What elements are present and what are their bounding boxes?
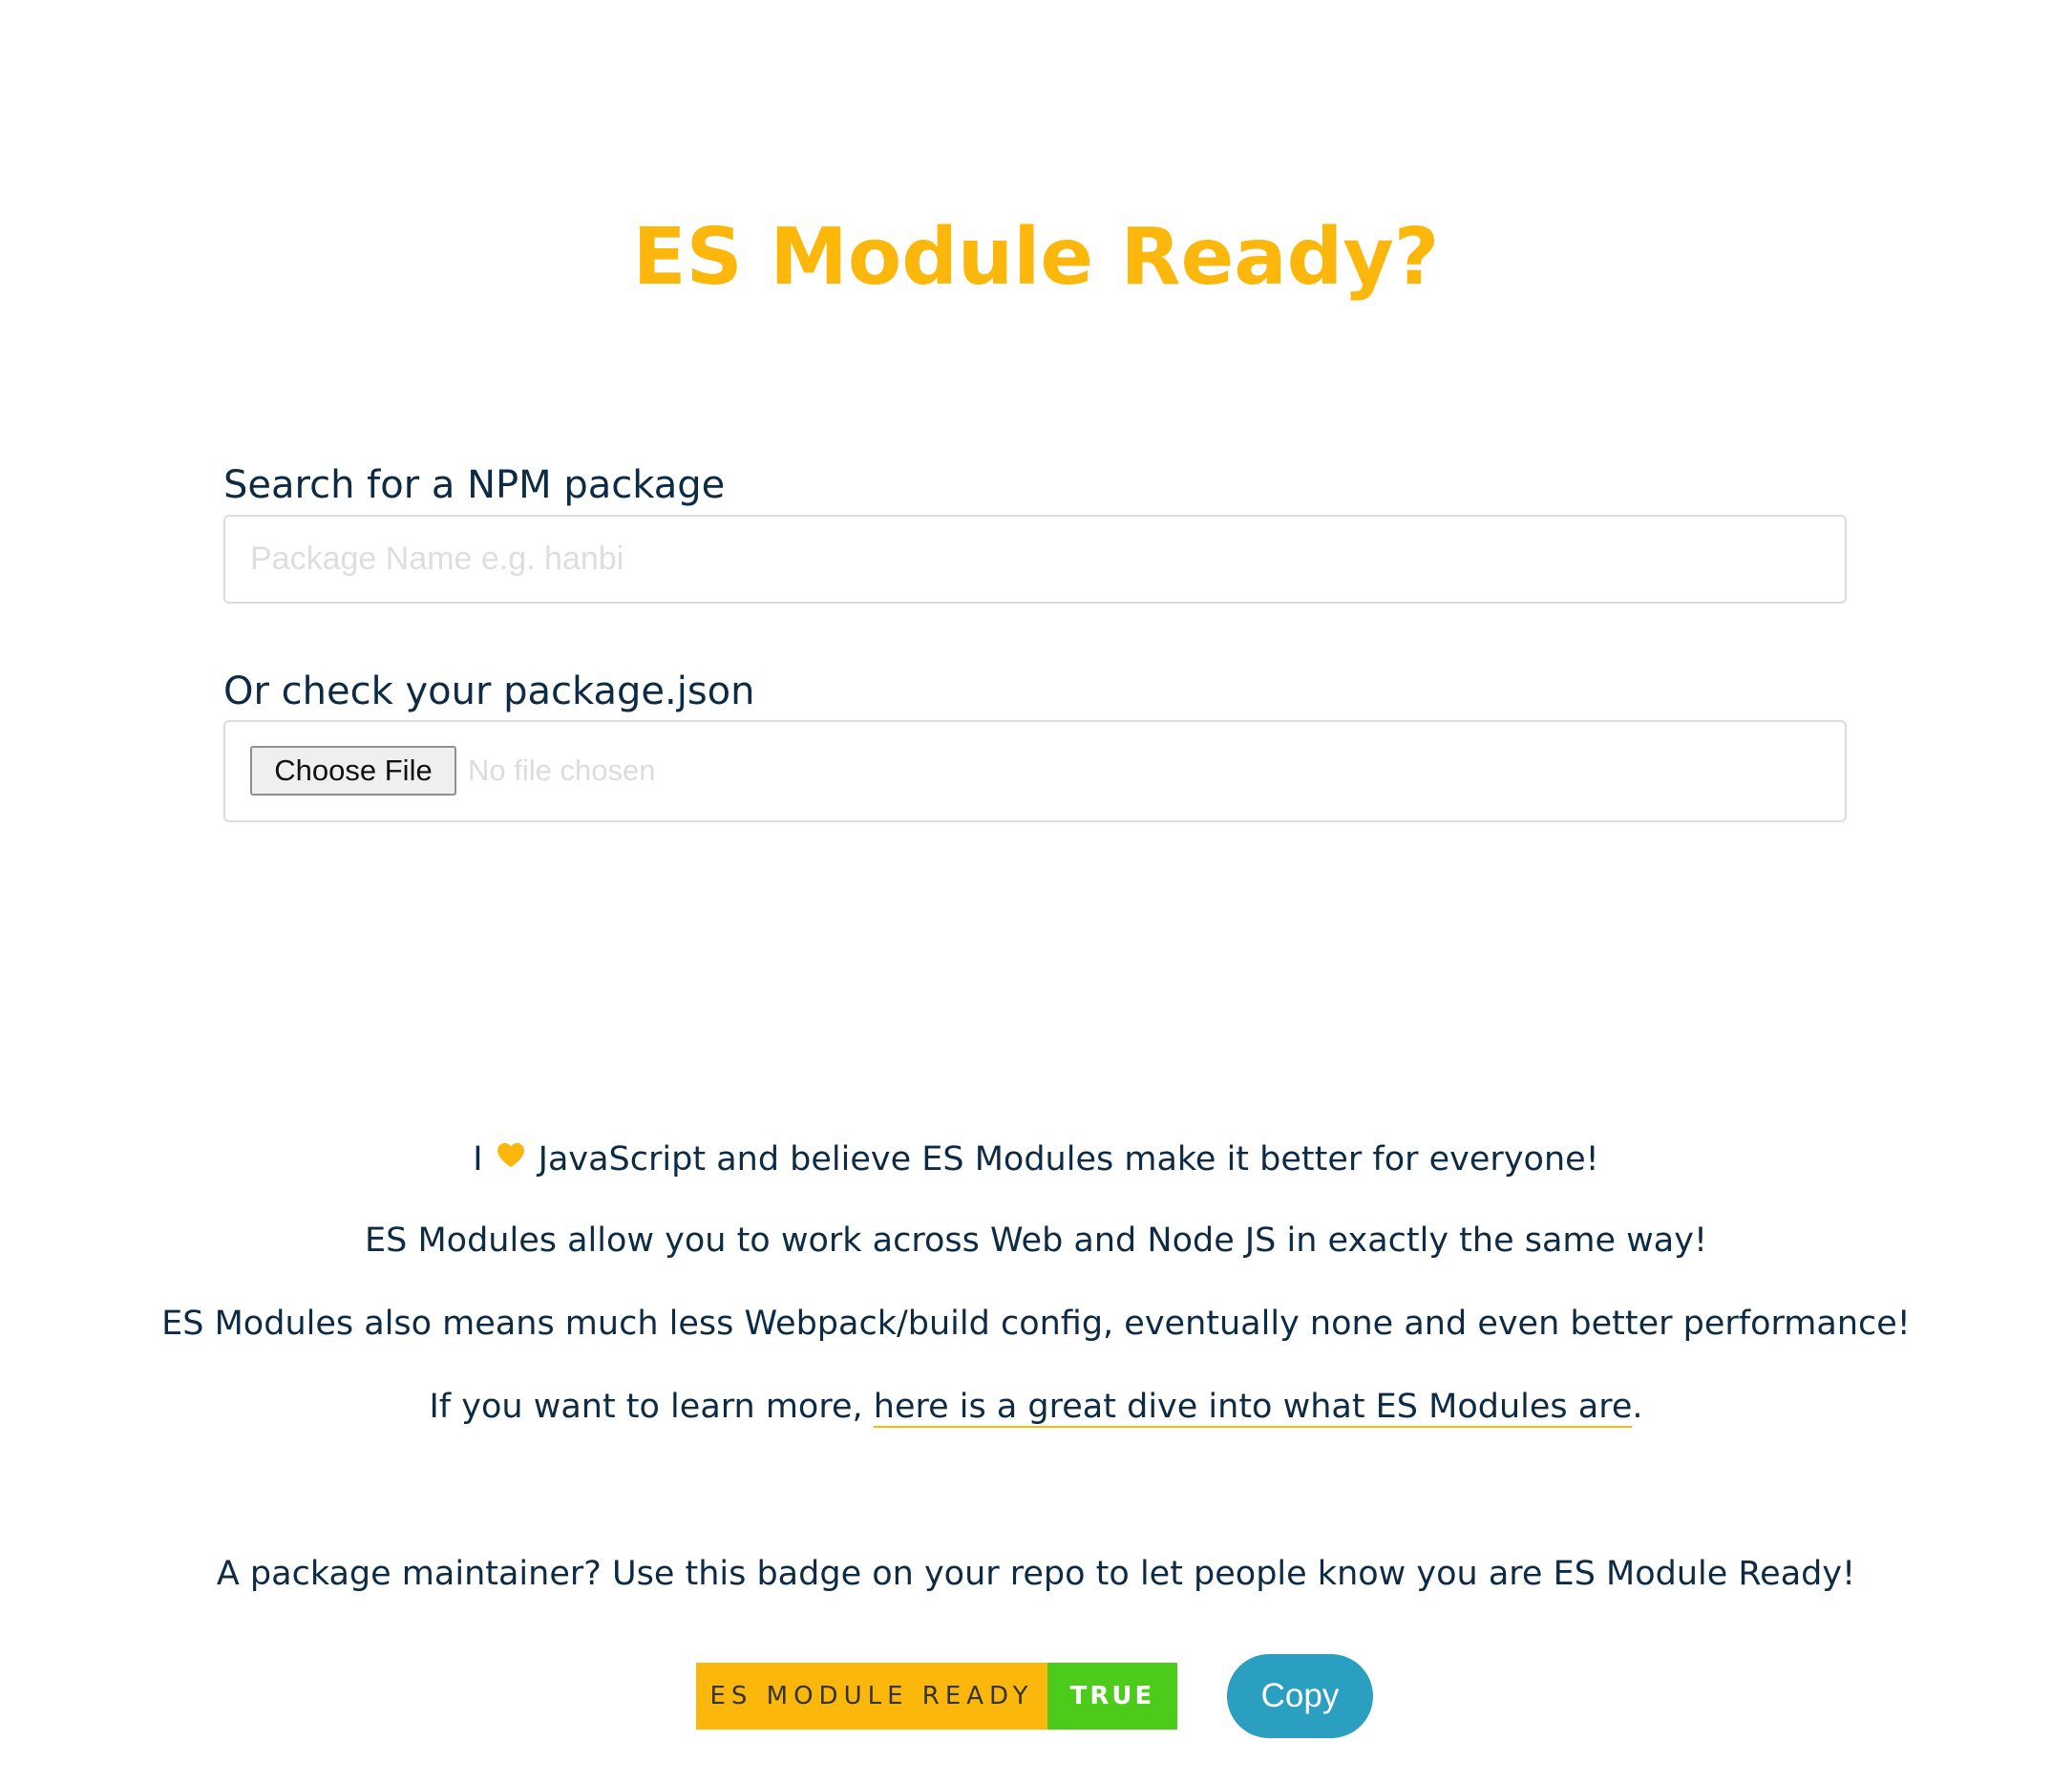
info-line-web-node: ES Modules allow you to work across Web … xyxy=(365,1221,1707,1260)
search-input-container xyxy=(223,515,1847,604)
learn-more-prefix: If you want to learn more, xyxy=(429,1388,863,1426)
copy-badge-button[interactable]: Copy xyxy=(1227,1654,1373,1738)
badge-intro-text: A package maintainer? Use this badge on … xyxy=(216,1555,1856,1593)
file-status-text: No file chosen xyxy=(468,754,656,787)
info-line-learn-more: If you want to learn more, here is a gre… xyxy=(0,1384,2072,1430)
info-line-webpack: ES Modules also means much less Webpack/… xyxy=(161,1305,1911,1343)
info-line-love-prefix: I xyxy=(473,1140,483,1179)
page-title: ES Module Ready? xyxy=(632,212,1440,303)
search-input[interactable] xyxy=(225,517,1845,602)
info-line-love-suffix: JavaScript and believe ES Modules make i… xyxy=(538,1140,1599,1179)
badge-label: ES MODULE READY xyxy=(696,1663,1047,1730)
badge-value: TRUE xyxy=(1047,1663,1177,1730)
file-upload-container: Choose File No file chosen xyxy=(223,720,1847,822)
search-label: Search for a NPM package xyxy=(223,463,726,507)
file-upload-label: Or check your package.json xyxy=(223,669,755,713)
choose-file-button[interactable]: Choose File xyxy=(250,746,456,796)
es-modules-article-link[interactable]: here is a great dive into what ES Module… xyxy=(873,1388,1633,1428)
learn-more-suffix: . xyxy=(1632,1388,1643,1426)
info-line-love: I JavaScript and believe ES Modules make … xyxy=(0,1135,2072,1186)
es-module-ready-badge: ES MODULE READY TRUE xyxy=(696,1663,1177,1730)
heart-icon xyxy=(497,1135,525,1180)
